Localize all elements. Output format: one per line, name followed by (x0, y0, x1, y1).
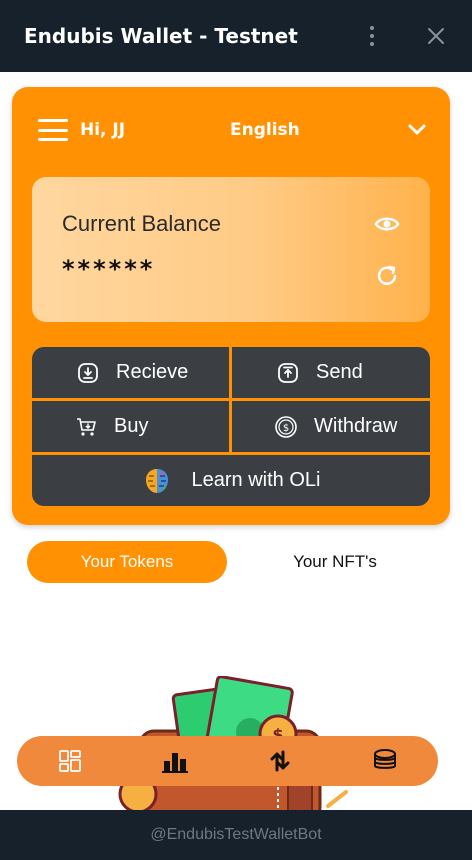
receive-icon (76, 361, 100, 385)
asset-tabs: Your Tokens Your NFT's (27, 541, 447, 583)
balance-value: ****** (62, 255, 156, 283)
card-header: Hi, JJ English (38, 115, 428, 145)
footer: @EndubisTestWalletBot (0, 810, 472, 860)
svg-text:$: $ (283, 423, 289, 434)
dashboard-icon[interactable] (50, 741, 90, 781)
kebab-menu-icon[interactable] (360, 24, 384, 48)
withdraw-button[interactable]: $ Withdraw (232, 401, 430, 452)
cart-icon (74, 415, 98, 439)
tab-your-nfts[interactable]: Your NFT's (237, 541, 433, 583)
bar-chart-icon[interactable] (155, 741, 195, 781)
send-icon (276, 361, 300, 385)
swap-arrows-icon[interactable] (260, 741, 300, 781)
title-bar: Endubis Wallet - Testnet (0, 0, 472, 72)
greeting: Hi, JJ (80, 120, 126, 140)
withdraw-label: Withdraw (314, 415, 398, 437)
action-grid: Recieve Send Buy $ Withdraw Learn with O… (32, 347, 430, 506)
eye-icon[interactable] (374, 213, 400, 235)
buy-button[interactable]: Buy (32, 401, 229, 452)
recieve-button[interactable]: Recieve (32, 347, 229, 398)
buy-label: Buy (114, 415, 149, 437)
wallet-card: Hi, JJ English Current Balance ****** Re… (12, 87, 450, 525)
close-icon[interactable] (424, 24, 448, 48)
learn-with-oli-button[interactable]: Learn with OLi (32, 455, 430, 506)
recieve-label: Recieve (116, 361, 189, 383)
window-title: Endubis Wallet - Testnet (24, 24, 298, 48)
refresh-icon[interactable] (374, 263, 400, 289)
tab-your-tokens[interactable]: Your Tokens (27, 541, 227, 583)
bot-handle[interactable]: @EndubisTestWalletBot (150, 826, 321, 844)
dollar-coin-icon: $ (274, 415, 298, 439)
send-label: Send (316, 361, 363, 383)
send-button[interactable]: Send (232, 347, 430, 398)
balance-panel: Current Balance ****** (32, 177, 430, 322)
language-select[interactable]: English (230, 120, 406, 140)
chevron-down-icon[interactable] (406, 119, 428, 141)
coins-stack-icon[interactable] (365, 741, 405, 781)
balance-label: Current Balance (62, 211, 221, 236)
learn-label: Learn with OLi (191, 469, 321, 491)
brain-icon (142, 466, 172, 496)
hamburger-icon[interactable] (38, 119, 68, 141)
bottom-nav (17, 736, 438, 786)
